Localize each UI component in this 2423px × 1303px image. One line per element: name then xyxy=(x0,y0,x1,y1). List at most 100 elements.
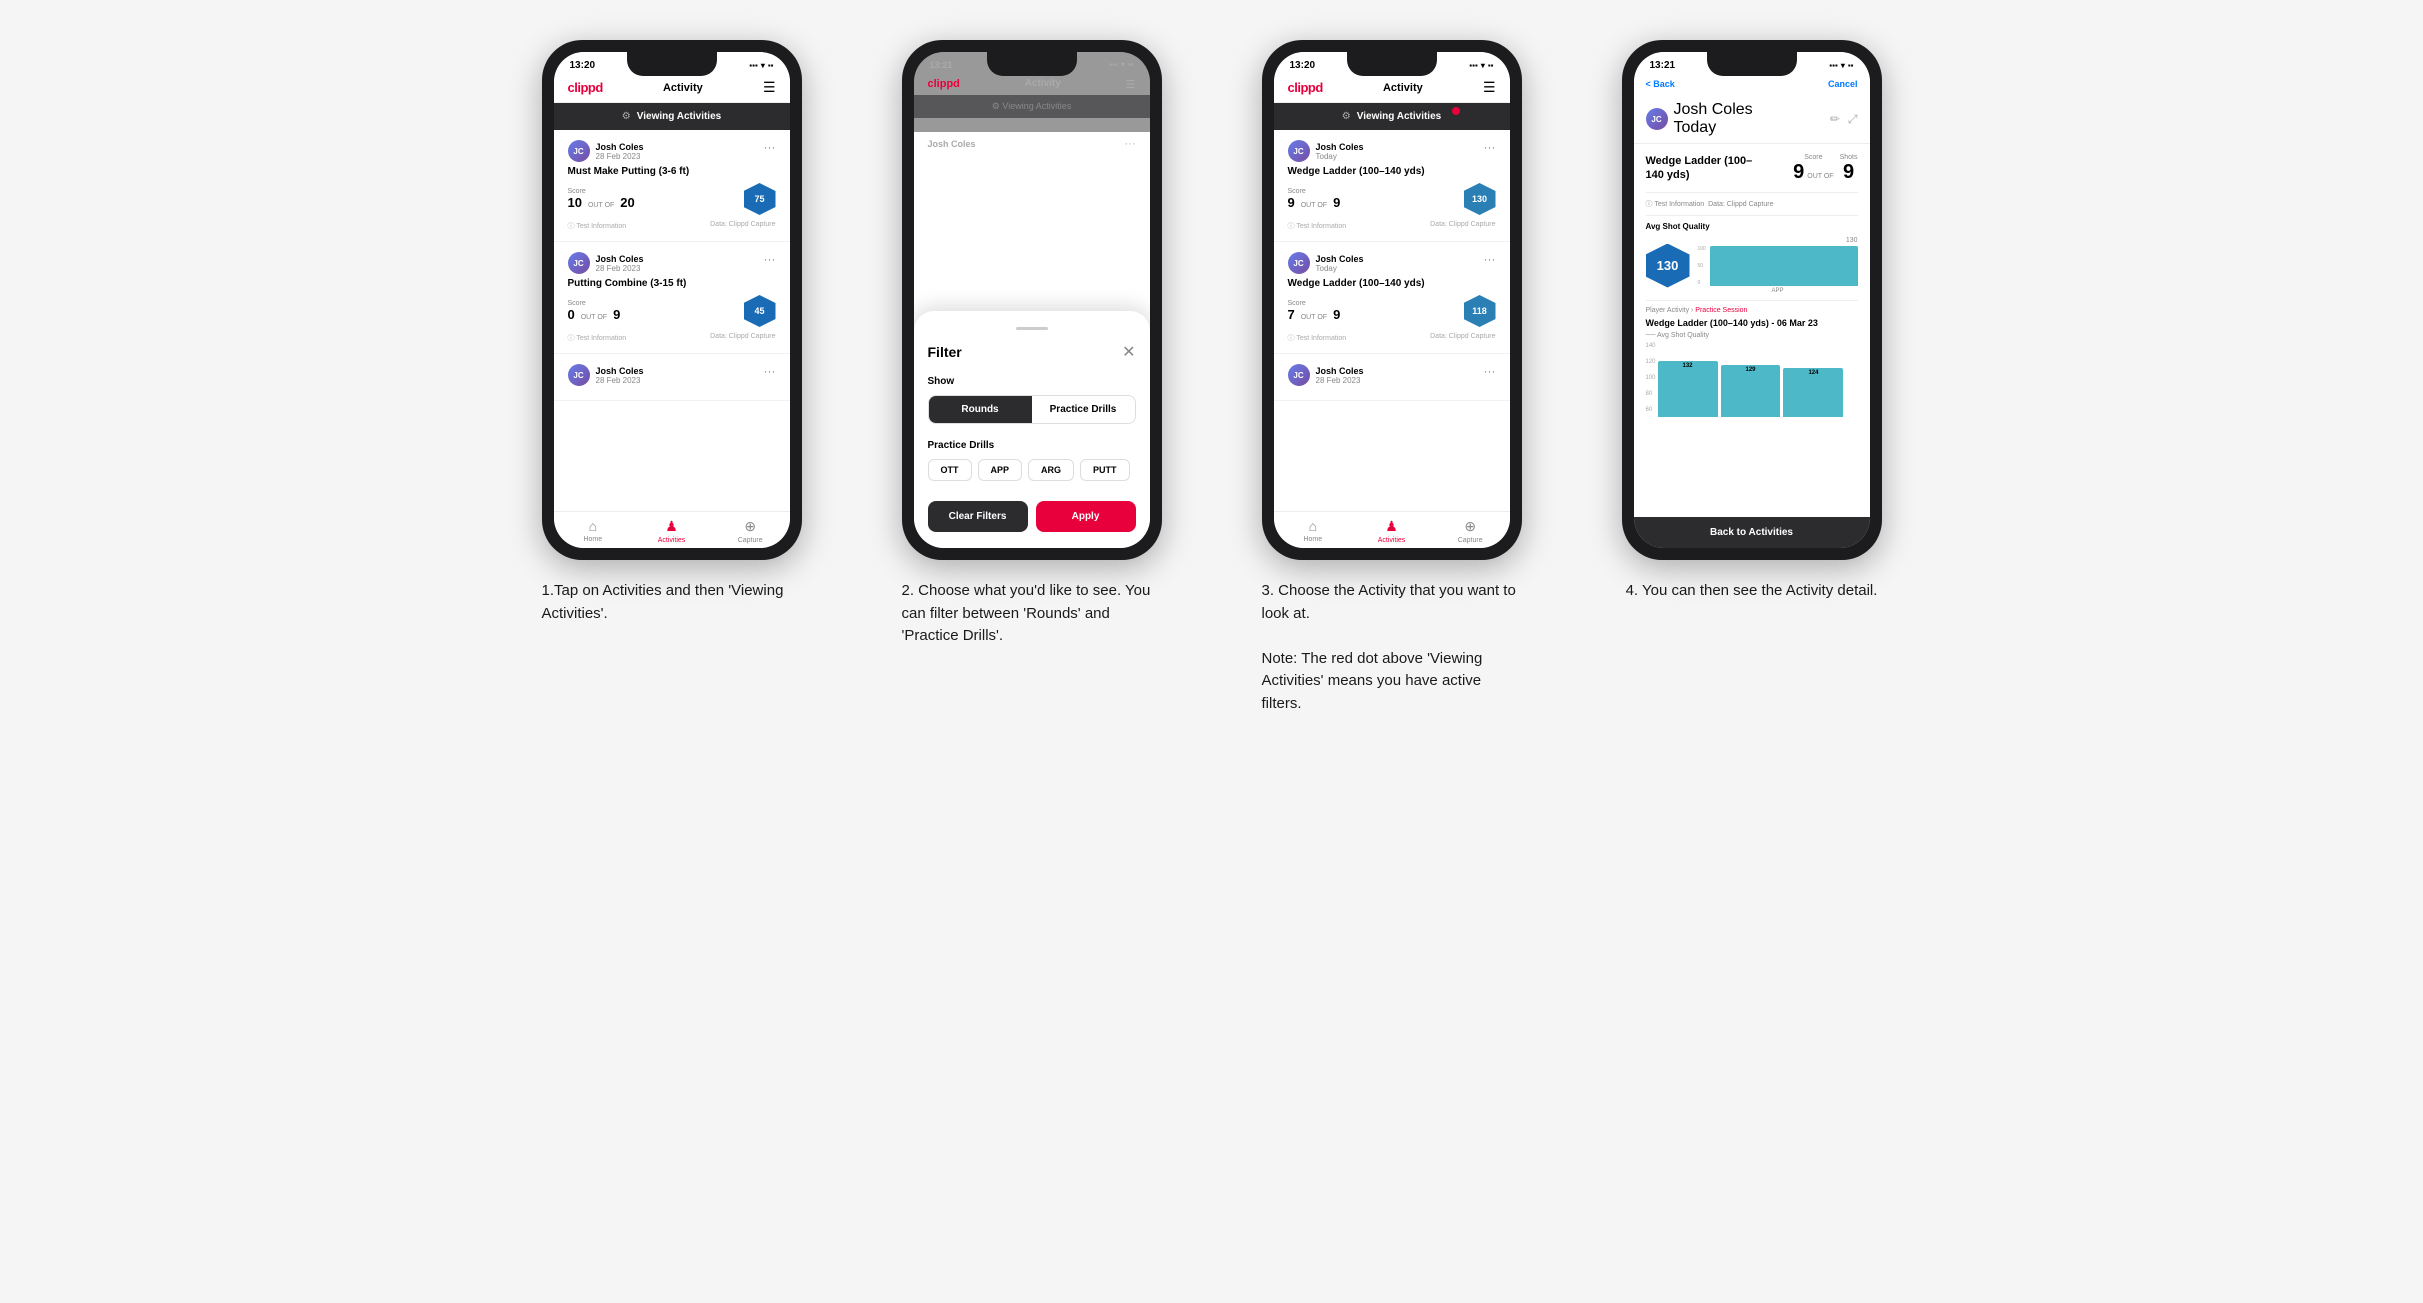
more-dots-3-2[interactable]: ··· xyxy=(1484,252,1496,266)
detail-user-info-4: JC Josh Coles Today xyxy=(1646,101,1753,137)
user-name-3-3: Josh Coles xyxy=(1316,366,1364,376)
bottom-nav-activities-3[interactable]: ♟ Activities xyxy=(1352,518,1431,544)
bottom-nav-1: ⌂ Home ♟ Activities ⊕ Capture xyxy=(554,511,790,548)
phone-3: 13:20 ▪▪▪ ▾ ▪▪ clippd Activity ☰ ⚙ xyxy=(1262,40,1522,560)
filter-close-2[interactable]: ✕ xyxy=(1122,342,1135,362)
home-icon-1: ⌂ xyxy=(589,518,597,534)
banner-text-1: Viewing Activities xyxy=(637,111,721,122)
activity-card-3-2[interactable]: JC Josh Coles Today ··· Wedge Ladder (10… xyxy=(1274,242,1510,354)
hamburger-icon-1[interactable]: ☰ xyxy=(763,79,776,96)
more-dots-1-1[interactable]: ··· xyxy=(764,140,776,154)
step-4-desc: 4. You can then see the Activity detail. xyxy=(1626,580,1878,603)
bottom-nav-home-1[interactable]: ⌂ Home xyxy=(554,518,633,544)
more-dots-1-3[interactable]: ··· xyxy=(764,364,776,378)
viewing-banner-1[interactable]: ⚙ Viewing Activities xyxy=(554,103,790,130)
activity-card-1-1[interactable]: JC Josh Coles 28 Feb 2023 ··· Must Make … xyxy=(554,130,790,242)
score-val-3-2: 7 xyxy=(1288,307,1295,322)
avatar-1-3: JC xyxy=(568,364,590,386)
cancel-btn-4[interactable]: Cancel xyxy=(1828,79,1858,89)
wifi-icon-4: ▾ xyxy=(1841,61,1845,70)
chip-putt-2[interactable]: PUTT xyxy=(1080,459,1130,481)
bar-label-2-4: 129 xyxy=(1745,367,1755,373)
activities-icon-3: ♟ xyxy=(1385,518,1398,535)
big-hex-4: 130 xyxy=(1646,244,1690,288)
capture-label-1: Capture xyxy=(738,537,763,544)
status-icons-3: ▪▪▪ ▾ ▪▪ xyxy=(1469,61,1493,70)
card-header-1-2: JC Josh Coles 28 Feb 2023 ··· xyxy=(568,252,776,274)
stats-row-1-1: Score 10 OUT OF 20 75 xyxy=(568,183,776,215)
back-to-activities-btn-4[interactable]: Back to Activities xyxy=(1634,517,1870,548)
stat-score-3-1: Score 9 OUT OF 9 xyxy=(1288,188,1341,210)
filter-icon-3: ⚙ xyxy=(1342,111,1351,122)
avatar-1-2: JC xyxy=(568,252,590,274)
bottom-nav-capture-3[interactable]: ⊕ Capture xyxy=(1431,518,1510,544)
avatar-1-1: JC xyxy=(568,140,590,162)
back-btn-4[interactable]: < Back xyxy=(1646,79,1675,89)
score-val-3-1: 9 xyxy=(1288,195,1295,210)
user-info-1-1: Josh Coles 28 Feb 2023 xyxy=(596,142,644,161)
avatar-3-1: JC xyxy=(1288,140,1310,162)
banner-text-3: Viewing Activities xyxy=(1357,111,1441,122)
card-footer-3-2: ⓘ Test Information Data: Clippd Capture xyxy=(1288,333,1496,343)
bottom-nav-activities-1[interactable]: ♟ Activities xyxy=(632,518,711,544)
shots-val-3-2: 9 xyxy=(1333,307,1340,322)
detail-drill-name-4: Wedge Ladder (100–140 yds) xyxy=(1646,154,1766,183)
more-dots-3-1[interactable]: ··· xyxy=(1484,140,1496,154)
avatar-3-3: JC xyxy=(1288,364,1310,386)
apply-btn-2[interactable]: Apply xyxy=(1036,501,1136,532)
activity-card-1-3[interactable]: JC Josh Coles 28 Feb 2023 ··· xyxy=(554,354,790,401)
chip-arg-2[interactable]: ARG xyxy=(1028,459,1074,481)
home-label-1: Home xyxy=(583,536,602,543)
hamburger-icon-3[interactable]: ☰ xyxy=(1483,79,1496,96)
card-header-3-2: JC Josh Coles Today ··· xyxy=(1288,252,1496,274)
activity-card-3-3[interactable]: JC Josh Coles 28 Feb 2023 ··· xyxy=(1274,354,1510,401)
user-name-1-1: Josh Coles xyxy=(596,142,644,152)
expand-icon-4[interactable]: ⤢ xyxy=(1848,112,1858,127)
home-icon-3: ⌂ xyxy=(1309,518,1317,534)
clear-filters-btn-2[interactable]: Clear Filters xyxy=(928,501,1028,532)
outof-3-1: OUT OF xyxy=(1301,202,1327,209)
signal-icon: ▪▪▪ xyxy=(749,61,758,70)
footer-right-1-1: Data: Clippd Capture xyxy=(710,221,775,231)
dim-signal-2: ▪▪▪ xyxy=(1109,60,1118,70)
step-4-column: 13:21 ▪▪▪ ▾ ▪▪ < Back Cancel xyxy=(1592,40,1912,715)
step-3-column: 13:20 ▪▪▪ ▾ ▪▪ clippd Activity ☰ ⚙ xyxy=(1232,40,1552,715)
phone-1: 13:20 ▪▪▪ ▾ ▪▪ clippd Activity ☰ xyxy=(542,40,802,560)
more-dots-3-3[interactable]: ··· xyxy=(1484,364,1496,378)
small-chart-area-4: 130 100 50 0 AP xyxy=(1698,237,1858,294)
chip-app-2[interactable]: APP xyxy=(978,459,1023,481)
capture-label-3: Capture xyxy=(1458,537,1483,544)
activity-card-1-2[interactable]: JC Josh Coles 28 Feb 2023 ··· Putting Co… xyxy=(554,242,790,354)
phone-screen-3: 13:20 ▪▪▪ ▾ ▪▪ clippd Activity ☰ ⚙ xyxy=(1274,52,1510,548)
bottom-nav-home-3[interactable]: ⌂ Home xyxy=(1274,518,1353,544)
nav-logo-3: clippd xyxy=(1288,80,1323,95)
activity-card-3-1[interactable]: JC Josh Coles Today ··· Wedge Ladder (10… xyxy=(1274,130,1510,242)
filter-rounds-btn-2[interactable]: Rounds xyxy=(929,396,1032,423)
user-name-3-2: Josh Coles xyxy=(1316,254,1364,264)
page-container: 13:20 ▪▪▪ ▾ ▪▪ clippd Activity ☰ xyxy=(512,40,1912,715)
status-time-4: 13:21 xyxy=(1650,60,1676,71)
filter-show-label-2: Show xyxy=(928,376,1136,387)
card-footer-1-1: ⓘ Test Information Data: Clippd Capture xyxy=(568,221,776,231)
status-icons-4: ▪▪▪ ▾ ▪▪ xyxy=(1829,61,1853,70)
nav-bar-1: clippd Activity ☰ xyxy=(554,75,790,103)
activity-title-1-1: Must Make Putting (3-6 ft) xyxy=(568,166,776,177)
home-label-3: Home xyxy=(1303,536,1322,543)
chip-ott-2[interactable]: OTT xyxy=(928,459,972,481)
small-bar-4 xyxy=(1710,246,1858,286)
nav-title-1: Activity xyxy=(663,82,703,94)
outof-3-2: OUT OF xyxy=(1301,314,1327,321)
dim-menu-2: ☰ xyxy=(1126,78,1136,91)
bottom-nav-capture-1[interactable]: ⊕ Capture xyxy=(711,518,790,544)
edit-icon-4[interactable]: ✏ xyxy=(1830,112,1840,127)
card-footer-3-1: ⓘ Test Information Data: Clippd Capture xyxy=(1288,221,1496,231)
viewing-banner-3[interactable]: ⚙ Viewing Activities xyxy=(1274,103,1510,130)
user-info-3-1: Josh Coles Today xyxy=(1316,142,1364,161)
detail-info-text2-4: Data: Clippd Capture xyxy=(1708,201,1773,208)
battery-icon-4: ▪▪ xyxy=(1848,61,1854,70)
filter-practice-btn-2[interactable]: Practice Drills xyxy=(1032,396,1135,423)
small-bar-chart-4: 100 50 0 xyxy=(1698,246,1858,286)
more-dots-1-2[interactable]: ··· xyxy=(764,252,776,266)
score-main-1-1: 10 OUT OF 20 xyxy=(568,195,635,210)
red-dot-3 xyxy=(1452,107,1460,115)
